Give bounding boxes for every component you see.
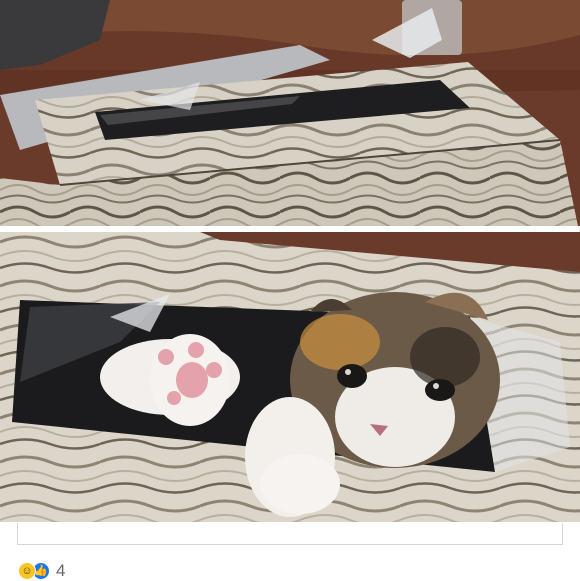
post-caption-area — [17, 523, 563, 545]
reactions-summary[interactable]: ☺ 👍 4 — [18, 561, 65, 581]
tissue-box-illustration — [0, 0, 580, 226]
post-photo-empty-tissue-box[interactable] — [0, 0, 580, 226]
kitten-illustration — [0, 232, 580, 522]
reaction-count[interactable]: 4 — [56, 561, 65, 581]
post-photo-kitten-in-tissue-box[interactable] — [0, 232, 580, 522]
haha-emoji-icon[interactable]: ☺ — [18, 562, 36, 580]
